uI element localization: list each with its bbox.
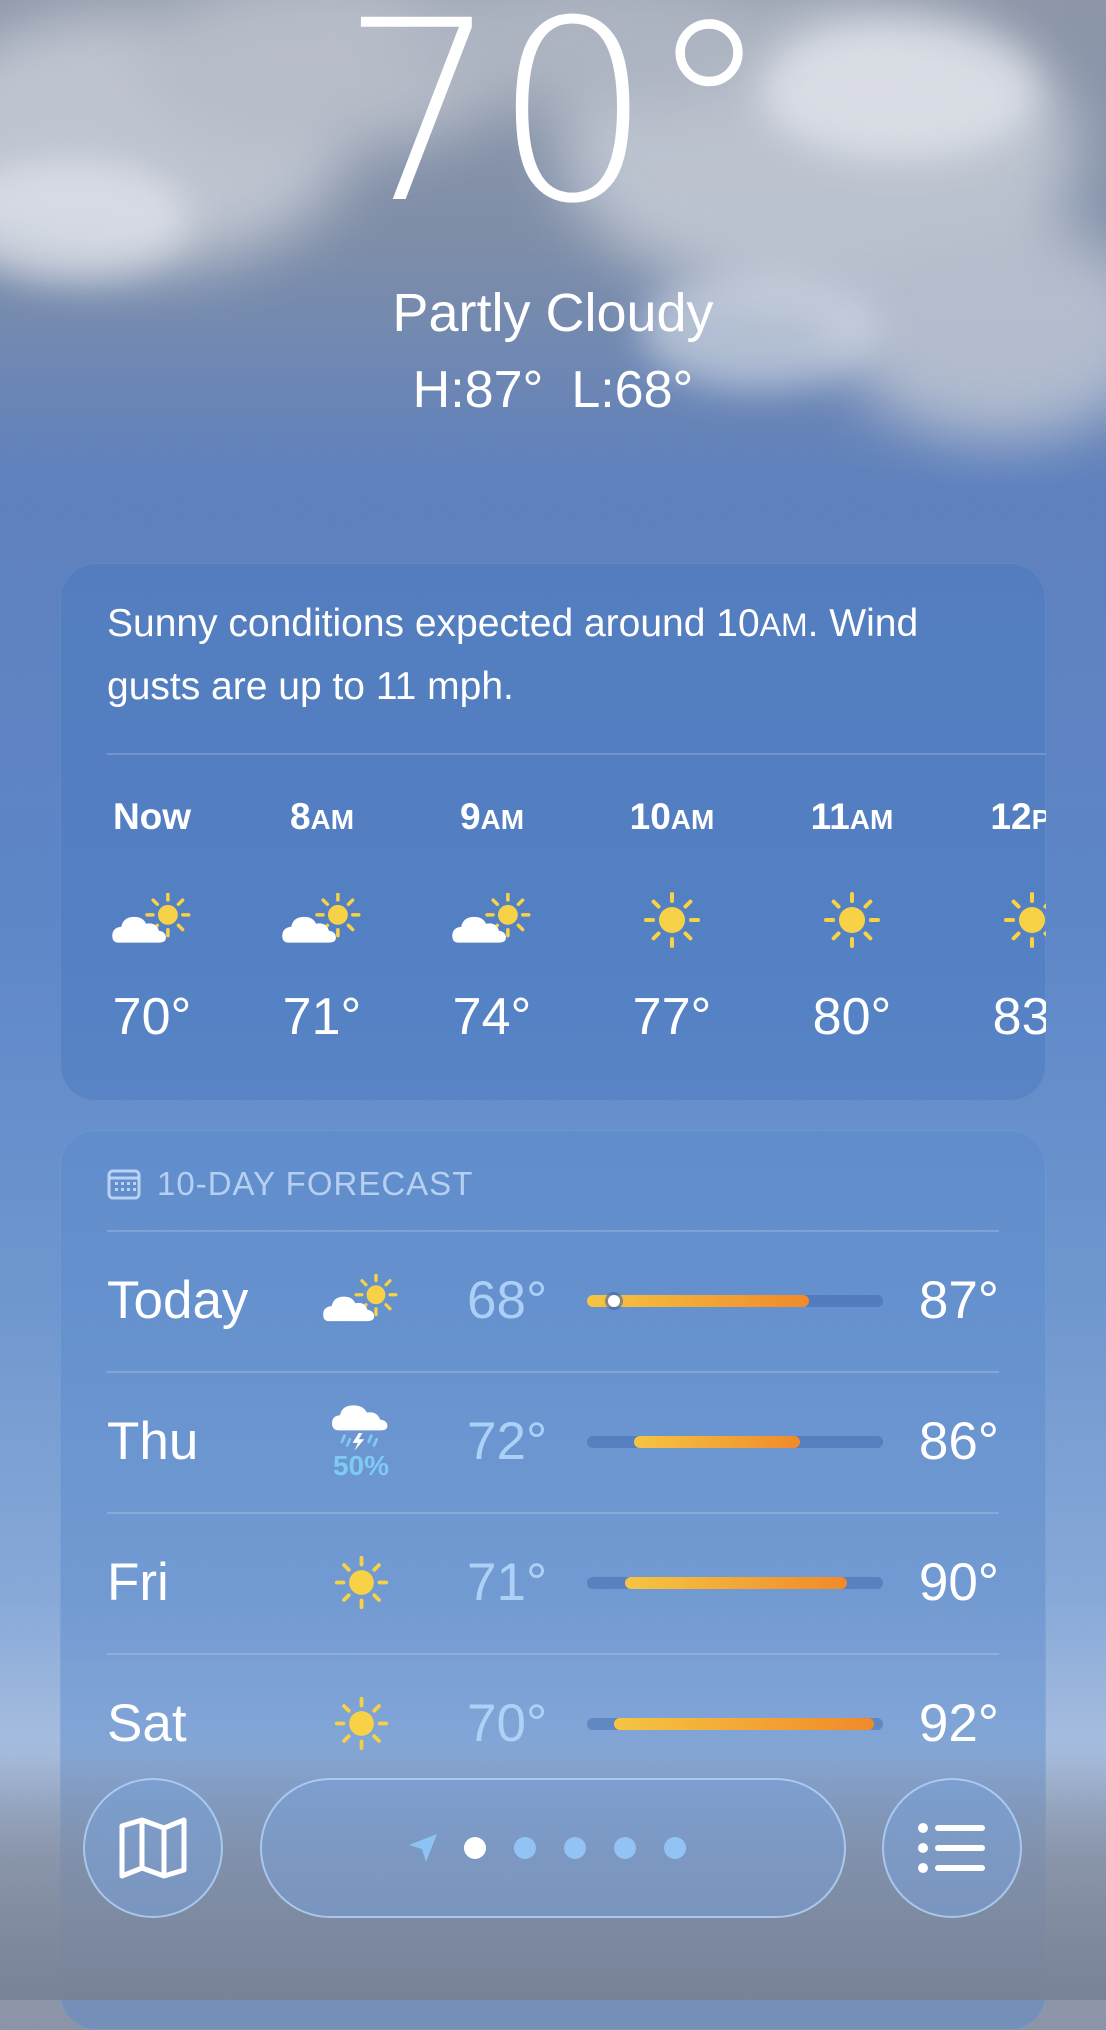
location-arrow-icon — [409, 1834, 437, 1862]
hour-label: 11AM — [810, 796, 894, 837]
low-temp: 71° — [467, 1553, 548, 1612]
partly-cloudy-icon — [242, 885, 402, 955]
partly-cloudy-icon — [72, 885, 232, 955]
page-dot[interactable] — [514, 1837, 536, 1859]
high-temp: 86° — [918, 1412, 999, 1471]
hour-label: 8AM — [289, 796, 355, 837]
current-temp-marker — [607, 1295, 620, 1307]
map-button[interactable] — [83, 1778, 223, 1918]
hour-temp: 77° — [632, 988, 712, 1046]
list-icon — [918, 1823, 985, 1873]
map-icon — [119, 1817, 187, 1879]
sun-icon — [592, 885, 752, 955]
hour-item: 11AM 80° — [772, 795, 932, 1047]
temp-range-fill — [634, 1436, 801, 1448]
forecast-row[interactable]: Thu 50% 72° 86° — [107, 1371, 999, 1512]
hourly-summary: Sunny conditions expected around 10AM. W… — [107, 593, 1007, 718]
day-name: Fri — [107, 1553, 169, 1612]
high-temp: H:87° — [412, 361, 544, 419]
hour-label: 12PM — [990, 796, 1046, 837]
hour-item: 10AM 77° — [592, 795, 752, 1047]
divider — [107, 1371, 999, 1373]
temp-range-fill — [587, 1295, 809, 1307]
high-temp: 87° — [918, 1271, 999, 1330]
low-temp: 68° — [467, 1271, 548, 1330]
hour-label: Now — [112, 796, 192, 837]
temp-range-bar — [587, 1436, 883, 1448]
list-button[interactable] — [882, 1778, 1022, 1918]
divider — [107, 1512, 999, 1514]
day-name: Thu — [107, 1412, 199, 1471]
forecast-row[interactable]: Today 68° 87° — [107, 1230, 999, 1371]
summary-am: AM — [759, 607, 808, 643]
page-dots[interactable] — [450, 1837, 700, 1859]
temp-range-bar — [587, 1295, 883, 1307]
day-name: Today — [107, 1271, 249, 1330]
divider — [107, 753, 1046, 755]
hour-label: 9AM — [459, 796, 525, 837]
high-low: H:87° L:68° — [0, 360, 1106, 420]
low-temp: L:68° — [571, 361, 694, 419]
page-dot[interactable] — [464, 1837, 486, 1859]
forecast-header: 10-DAY FORECAST — [107, 1164, 473, 1204]
hour-temp: 71° — [282, 988, 362, 1046]
hour-item: 9AM 74° — [412, 795, 572, 1047]
precip-chance: 50% — [332, 1449, 390, 1481]
current-temperature: 70° — [340, 0, 771, 258]
partly-cloudy-icon — [307, 1256, 415, 1344]
location-pager[interactable] — [260, 1778, 846, 1918]
summary-text: Sunny conditions expected around 10 — [107, 602, 760, 645]
hour-item: 12PM 83° — [952, 795, 1046, 1047]
partly-cloudy-icon — [412, 885, 572, 955]
sun-icon — [307, 1538, 415, 1626]
low-temp: 72° — [467, 1412, 548, 1471]
hour-temp: 70° — [112, 988, 192, 1046]
page-dot[interactable] — [664, 1837, 686, 1859]
thunderstorm-icon: 50% — [307, 1397, 415, 1485]
hour-item: 8AM 71° — [242, 795, 402, 1047]
temp-range-fill — [625, 1577, 848, 1589]
sun-icon — [772, 885, 932, 955]
hour-temp: 83° — [992, 988, 1046, 1046]
hourly-forecast-card[interactable]: Sunny conditions expected around 10AM. W… — [60, 563, 1046, 1101]
condition-label: Partly Cloudy — [392, 283, 714, 343]
divider — [107, 1230, 999, 1232]
page-dot[interactable] — [564, 1837, 586, 1859]
forecast-header-label: 10-DAY FORECAST — [157, 1165, 474, 1202]
high-temp: 90° — [918, 1553, 999, 1612]
hour-label: 10AM — [629, 796, 715, 837]
hour-item: Now 70° — [72, 795, 232, 1047]
page-dot[interactable] — [614, 1837, 636, 1859]
divider — [107, 1653, 999, 1655]
temp-range-fill — [613, 1718, 875, 1730]
calendar-icon — [107, 1169, 141, 1200]
forecast-row[interactable]: Fri 71° 90° — [107, 1512, 999, 1653]
hour-temp: 80° — [812, 988, 892, 1046]
hour-temp: 74° — [452, 988, 532, 1046]
temp-range-bar — [587, 1577, 883, 1589]
sun-icon — [952, 885, 1046, 955]
temp-range-bar — [587, 1718, 883, 1730]
